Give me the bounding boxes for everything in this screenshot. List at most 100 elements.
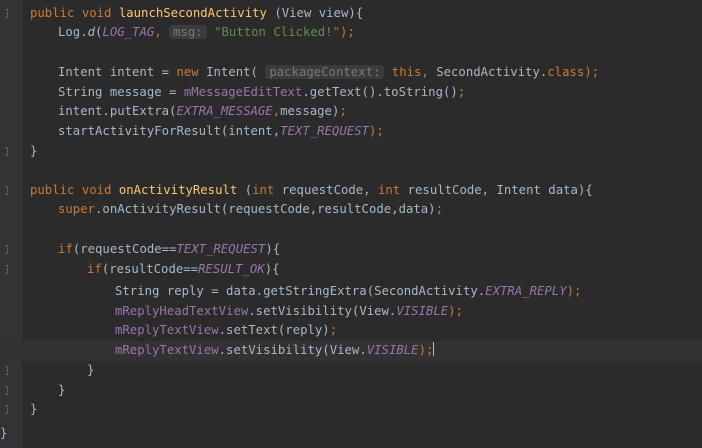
code-token: }: [0, 426, 8, 440]
code-line[interactable]: if(requestCode==TEXT_REQUEST){: [0, 240, 702, 260]
code-line[interactable]: Log.d(LOG_TAG, msg: "Button Clicked!");: [0, 23, 702, 43]
code-token: requestCode,: [281, 183, 378, 197]
code-token: }: [30, 144, 38, 158]
code-token: Intent(: [206, 65, 266, 79]
code-token: TEXT_REQUEST: [176, 242, 266, 256]
code-text: String reply = data.getStringExtra(Secon…: [115, 282, 581, 302]
code-line[interactable]: }: [0, 142, 702, 162]
code-token: (resultCode==: [101, 262, 199, 276]
code-token: VISIBLE: [366, 343, 419, 357]
code-text: super.onActivityResult(requestCode,resul…: [58, 200, 443, 220]
code-token: .getText().toString(): [302, 85, 458, 99]
code-text: startActivityForResult(intent,TEXT_REQUE…: [58, 122, 384, 142]
code-token: intent.putExtra(: [58, 104, 177, 118]
code-line[interactable]: [0, 161, 702, 181]
code-token: .setVisibility(View.: [218, 343, 367, 357]
code-line[interactable]: [0, 43, 702, 63]
parameter-hint: packageContext:: [265, 65, 385, 79]
code-line[interactable]: }: [0, 361, 702, 381]
fold-marker-icon[interactable]: [5, 386, 8, 395]
code-token: ;: [339, 104, 347, 118]
code-token: int: [252, 183, 282, 197]
code-token: );: [566, 284, 582, 298]
parameter-hint: msg:: [169, 25, 207, 39]
code-token: .onActivityResult(requestCode,resultCode…: [95, 202, 436, 216]
code-line[interactable]: String reply = data.getStringExtra(Secon…: [0, 282, 702, 302]
code-token: LOG_TAG: [102, 25, 155, 39]
code-text: }: [30, 400, 37, 420]
code-token: String reply = data.getStringExtra(Secon…: [115, 284, 486, 298]
code-line[interactable]: String message = mMessageEditText.getTex…: [0, 83, 702, 103]
code-line[interactable]: public void launchSecondActivity (View v…: [0, 4, 702, 24]
code-line[interactable]: mReplyHeadTextView.setVisibility(View.VI…: [0, 302, 702, 322]
code-text: Log.d(LOG_TAG, msg: "Button Clicked!");: [58, 23, 355, 43]
code-token: d: [87, 25, 96, 39]
fold-marker-icon[interactable]: [5, 245, 8, 254]
fold-marker-icon[interactable]: [5, 405, 8, 414]
code-token: launchSecondActivity: [118, 6, 267, 20]
code-token: int: [378, 183, 408, 197]
code-text: }: [0, 424, 7, 444]
code-token: );: [368, 124, 384, 138]
code-token: );: [448, 304, 463, 318]
code-token: public void: [30, 183, 119, 197]
code-token: (requestCode==: [72, 242, 177, 256]
code-token: }: [87, 363, 95, 377]
code-line[interactable]: }: [0, 381, 702, 401]
code-token: ;: [329, 323, 338, 337]
code-line[interactable]: }: [0, 400, 702, 420]
code-line[interactable]: mReplyTextView.setText(reply);: [0, 321, 702, 341]
code-line[interactable]: startActivityForResult(intent,TEXT_REQUE…: [0, 122, 702, 142]
code-line[interactable]: if(resultCode==RESULT_OK){: [0, 260, 702, 280]
code-token: this,: [391, 65, 437, 79]
code-token: SecondActivity.: [436, 65, 548, 79]
code-token: resultCode, Intent data){: [407, 183, 593, 197]
code-token: String message =: [58, 85, 184, 99]
code-line[interactable]: intent.putExtra(EXTRA_MESSAGE,message);: [0, 102, 702, 122]
code-token: ){: [264, 262, 280, 276]
code-token: );: [418, 343, 434, 357]
fold-marker-icon[interactable]: [5, 265, 8, 274]
code-token: );: [584, 65, 600, 79]
code-line[interactable]: Intent intent = new Intent( packageConte…: [0, 63, 702, 83]
fold-marker-icon[interactable]: [5, 366, 8, 375]
code-text: mReplyHeadTextView.setVisibility(View.VI…: [115, 302, 463, 322]
code-line[interactable]: [0, 220, 702, 240]
fold-marker-icon[interactable]: [5, 186, 8, 195]
code-text: }: [30, 142, 37, 162]
text-cursor: [433, 342, 435, 356]
code-line[interactable]: }: [0, 424, 702, 444]
code-token: ;: [435, 202, 443, 216]
code-token: ,: [154, 25, 170, 39]
code-token: startActivityForResult(intent,: [58, 124, 281, 138]
code-text: public void onActivityResult (int reques…: [30, 181, 593, 201]
code-token: if: [87, 262, 102, 276]
code-line[interactable]: super.onActivityResult(requestCode,resul…: [0, 200, 702, 220]
code-editor[interactable]: public void launchSecondActivity (View v…: [0, 0, 702, 448]
code-text: mReplyTextView.setText(reply);: [115, 321, 337, 341]
code-token: (View view){: [266, 6, 364, 20]
code-token: VISIBLE: [396, 304, 449, 318]
code-token: .setVisibility(View.: [248, 304, 397, 318]
code-text: mReplyTextView.setVisibility(View.VISIBL…: [115, 341, 435, 361]
code-token: onActivityResult: [118, 183, 238, 197]
code-text: intent.putExtra(EXTRA_MESSAGE,message);: [58, 102, 347, 122]
fold-marker-icon[interactable]: [5, 147, 8, 156]
fold-marker-icon[interactable]: [5, 9, 8, 18]
code-text: Intent intent = new Intent( packageConte…: [58, 63, 599, 83]
code-token: ){: [265, 242, 281, 256]
code-token: }: [30, 402, 38, 416]
code-token: Log.: [58, 25, 88, 39]
code-line[interactable]: public void onActivityResult (int reques…: [0, 181, 702, 201]
code-token: EXTRA_MESSAGE: [176, 104, 273, 118]
code-text: }: [87, 361, 94, 381]
code-text: public void launchSecondActivity (View v…: [30, 4, 363, 24]
code-token: message): [280, 104, 340, 118]
code-token: mMessageEditText: [183, 85, 303, 99]
code-token: TEXT_REQUEST: [280, 124, 369, 138]
code-line-current[interactable]: mReplyTextView.setVisibility(View.VISIBL…: [0, 341, 702, 361]
code-text: String message = mMessageEditText.getTex…: [58, 83, 465, 103]
code-token: (: [237, 183, 253, 197]
